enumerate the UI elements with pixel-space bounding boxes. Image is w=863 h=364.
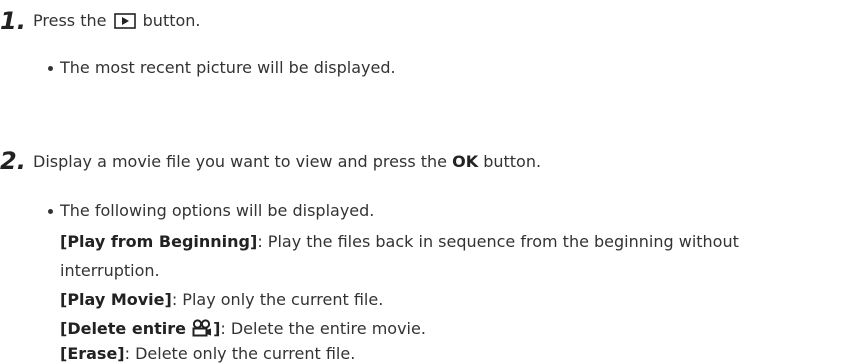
step-1-number: 1. [0,7,26,35]
step-2-number: 2. [0,147,26,175]
option-delete-entire: [Delete entire ]: Delete the entire movi… [60,319,426,339]
option-description: : Play only the current file. [171,290,384,309]
option-description: : Delete the entire movie. [220,319,426,338]
step-1-bullet: The most recent picture will be displaye… [60,58,396,77]
option-label: [Play from Beginning] [60,232,258,251]
step-1-instruction: Press the button. [33,11,201,31]
bullet-icon [48,209,53,214]
ok-button-label: OK [452,152,479,171]
step-2-intro: The following options will be displayed. [60,201,375,220]
step-1-text-after: button. [142,11,201,30]
option-label: [Erase] [60,344,125,363]
option-label-prefix: [Delete entire [60,319,186,338]
option-play-from-beginning: [Play from Beginning]: Play the files ba… [60,232,739,252]
option-description: : Play the files back in sequence from t… [257,232,739,251]
step-2-instruction: Display a movie file you want to view an… [33,152,541,172]
step-2-text-before: Display a movie file you want to view an… [33,152,448,171]
movie-camera-icon [192,319,212,337]
option-description: : Delete only the current file. [124,344,356,363]
option-label: [Play Movie] [60,290,172,309]
step-2-text-after: button. [483,152,542,171]
option-erase: [Erase]: Delete only the current file. [60,344,355,364]
option-play-from-beginning-cont: interruption. [60,261,160,280]
bullet-icon [48,66,53,71]
playback-button-icon [113,13,136,29]
option-play-movie: [Play Movie]: Play only the current file… [60,290,383,310]
step-1-text-before: Press the [33,11,107,30]
